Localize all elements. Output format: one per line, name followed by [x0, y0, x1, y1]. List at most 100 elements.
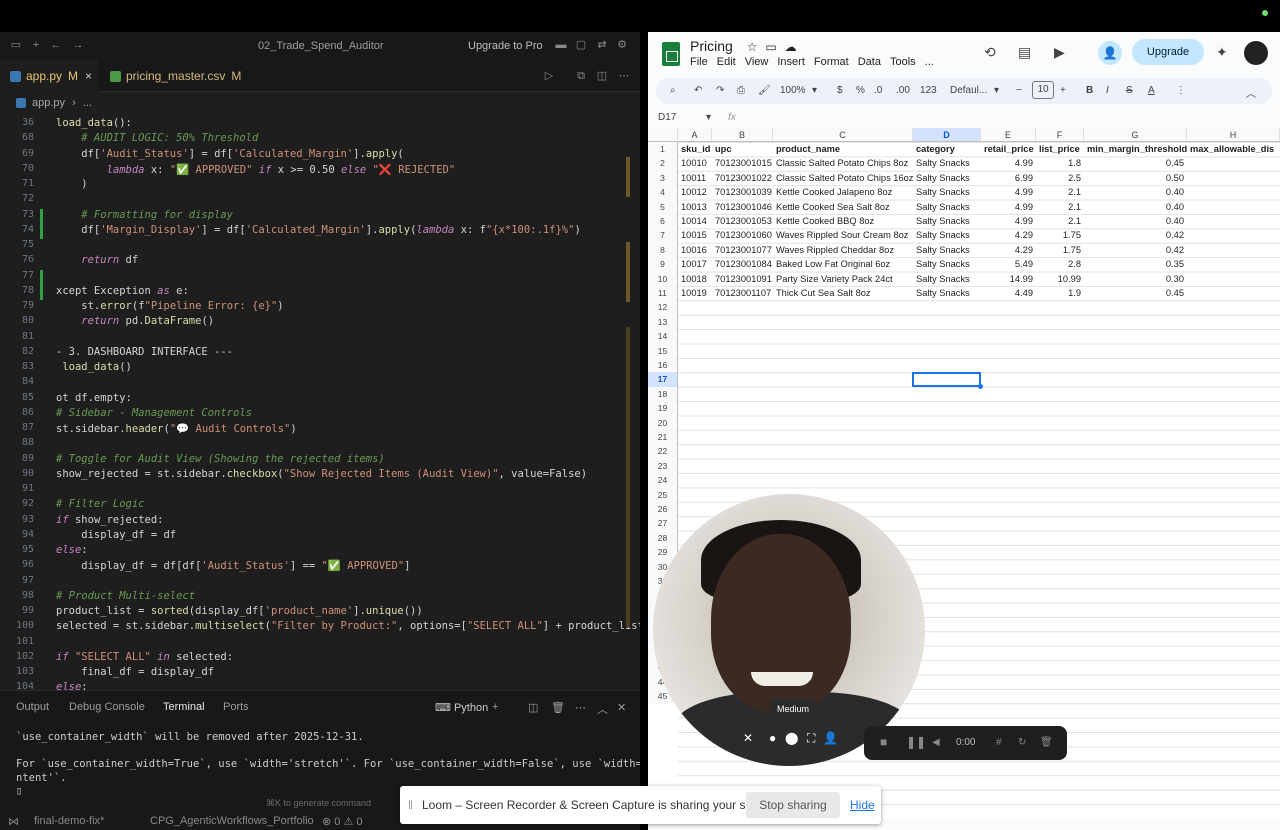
code-area[interactable]: 36 load_data(): 68 # AUDIT LOGIC: 50% Thre…	[0, 117, 640, 692]
data-cell[interactable]: Salty Snacks	[913, 156, 981, 170]
code-line[interactable]: return df	[56, 254, 138, 266]
panel-tab-debug-console[interactable]: Debug Console	[69, 701, 145, 713]
data-cell[interactable]: 14.99	[981, 272, 1036, 286]
data-cell[interactable]: 70123001015	[712, 156, 773, 170]
data-cell[interactable]: 0.50	[1084, 171, 1187, 185]
data-cell[interactable]: 4.29	[981, 228, 1036, 242]
row-header[interactable]: 8	[648, 242, 678, 258]
tab-pricing-master-csv[interactable]: pricing_master.csv M	[100, 60, 250, 92]
split-terminal-icon[interactable]: ◫	[528, 701, 538, 714]
data-cell[interactable]: 70123001046	[712, 200, 773, 214]
more-toolbar-icon[interactable]: ⋮	[1176, 85, 1186, 96]
data-cell[interactable]: 0.45	[1084, 286, 1187, 300]
panel-tab-ports[interactable]: Ports	[223, 701, 249, 713]
code-line[interactable]: return pd.DataFrame()	[56, 315, 214, 327]
code-line[interactable]: if "SELECT ALL" in selected:	[56, 651, 233, 663]
row-header[interactable]: 1	[648, 142, 678, 157]
code-line[interactable]: # Formatting for display	[56, 209, 233, 221]
data-cell[interactable]: 6.99	[981, 171, 1036, 185]
data-cell[interactable]: 70123001022	[712, 171, 773, 185]
menu-item[interactable]: View	[745, 56, 769, 68]
camera-size-small-icon[interactable]: ●	[769, 731, 776, 745]
row-header[interactable]: 27	[648, 516, 678, 531]
data-cell[interactable]: Salty Snacks	[913, 243, 981, 257]
data-cell[interactable]: 0.40	[1084, 214, 1187, 228]
column-header-a[interactable]: A	[678, 128, 712, 142]
data-cell[interactable]: 1.9	[1036, 286, 1084, 300]
remote-icon[interactable]: ⋈	[8, 815, 19, 828]
row-header[interactable]: 13	[648, 314, 678, 330]
code-line[interactable]: load_data()	[56, 361, 132, 373]
name-box-chevron-icon[interactable]: ▾	[706, 112, 711, 123]
sidebar-toggle-icon[interactable]: ▭	[10, 39, 22, 51]
layout-split-icon[interactable]: ▢	[575, 39, 587, 51]
terminal-profile[interactable]: ⌨ Python	[435, 701, 488, 714]
split-editor-icon[interactable]: ◫	[596, 70, 608, 82]
data-cell[interactable]: 0.42	[1084, 228, 1187, 242]
menu-item[interactable]: Insert	[777, 56, 805, 68]
code-line[interactable]: display_df = df[df['Audit_Status'] == "✅…	[56, 559, 410, 572]
data-cell[interactable]: Kettle Cooked BBQ 8oz	[773, 214, 913, 228]
data-cell[interactable]: Classic Salted Potato Chips 16oz	[773, 171, 913, 185]
panel-tab-terminal[interactable]: Terminal	[163, 701, 205, 713]
row-header[interactable]: 16	[648, 358, 678, 373]
row-header[interactable]: 25	[648, 487, 678, 502]
data-cell[interactable]: 2.1	[1036, 214, 1084, 228]
row-header[interactable]: 19	[648, 401, 678, 416]
row-header[interactable]: 20	[648, 415, 678, 430]
header-cell[interactable]: list_price	[1036, 142, 1084, 156]
data-cell[interactable]: 10019	[678, 286, 712, 300]
code-line[interactable]: # Product Multi-select	[56, 590, 195, 602]
data-cell[interactable]: 4.99	[981, 214, 1036, 228]
data-cell[interactable]: 2.1	[1036, 185, 1084, 199]
data-cell[interactable]: 4.99	[981, 185, 1036, 199]
data-cell[interactable]: 4.49	[981, 286, 1036, 300]
data-cell[interactable]: Salty Snacks	[913, 214, 981, 228]
row-header[interactable]: 28	[648, 530, 678, 546]
more-icon[interactable]: ⋯	[575, 701, 586, 714]
active-cell-selection[interactable]	[912, 372, 983, 390]
version-history-icon[interactable]: ⟲	[984, 44, 996, 61]
code-line[interactable]: - 3. DASHBOARD INTERFACE ---	[56, 346, 233, 358]
number-format[interactable]: 123	[920, 85, 937, 96]
header-cell[interactable]: product_name	[773, 142, 913, 156]
more-actions-icon[interactable]: ⋯	[618, 70, 630, 82]
menu-item[interactable]: ...	[925, 56, 934, 68]
data-cell[interactable]: 10016	[678, 243, 712, 257]
branch-name[interactable]: final-demo-fix*	[34, 815, 104, 827]
redo-icon[interactable]: ↷	[716, 85, 724, 96]
data-cell[interactable]: 10018	[678, 272, 712, 286]
data-cell[interactable]: Kettle Cooked Sea Salt 8oz	[773, 200, 913, 214]
font-size-input[interactable]: 10	[1032, 81, 1054, 99]
menu-item[interactable]: Edit	[717, 56, 736, 68]
text-color-icon[interactable]: A	[1148, 85, 1155, 96]
add-terminal-icon[interactable]: +	[492, 701, 498, 713]
problems-count[interactable]: ⊗ 0 ⚠ 0	[322, 815, 362, 828]
font-size-increase[interactable]: +	[1060, 85, 1066, 96]
row-header[interactable]: 24	[648, 473, 678, 488]
header-cell[interactable]: min_margin_threshold	[1084, 142, 1187, 156]
row-header[interactable]: 2	[648, 156, 678, 171]
stop-sharing-button[interactable]: Stop sharing	[746, 792, 840, 818]
settings-gear-icon[interactable]: ⚙	[616, 39, 628, 51]
row-header[interactable]: 26	[648, 502, 678, 517]
share-people-icon[interactable]: 👤	[1098, 41, 1122, 65]
header-cell[interactable]: category	[913, 142, 981, 156]
data-cell[interactable]: Waves Rippled Sour Cream 8oz	[773, 228, 913, 242]
data-cell[interactable]: Salty Snacks	[913, 200, 981, 214]
close-camera-icon[interactable]: ✕	[743, 731, 753, 745]
meet-icon[interactable]: ▶	[1054, 44, 1065, 61]
code-line[interactable]: # Sidebar - Management Controls	[56, 407, 252, 419]
data-cell[interactable]: 0.30	[1084, 272, 1187, 286]
code-line[interactable]: final_df = display_df	[56, 666, 214, 678]
data-cell[interactable]: 1.75	[1036, 243, 1084, 257]
row-header[interactable]: 3	[648, 170, 678, 186]
code-line[interactable]: if show_rejected:	[56, 514, 163, 526]
data-cell[interactable]: 2.1	[1036, 200, 1084, 214]
zoom-select[interactable]: 100%	[780, 85, 806, 96]
code-line[interactable]: # AUDIT LOGIC: 50% Threshold	[56, 132, 258, 144]
row-header[interactable]: 6	[648, 214, 678, 229]
data-cell[interactable]: 1.75	[1036, 228, 1084, 242]
upgrade-pro-link[interactable]: Upgrade to Pro	[468, 40, 543, 52]
back-arrow-icon[interactable]: ←	[50, 39, 62, 51]
